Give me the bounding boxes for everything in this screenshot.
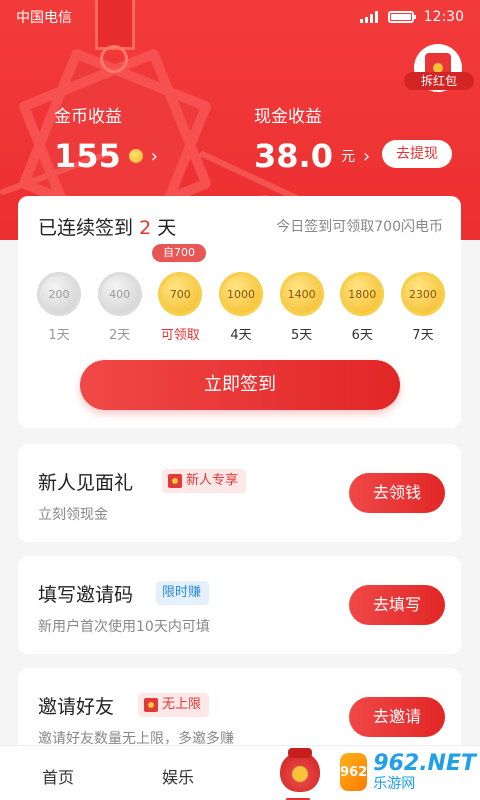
task-tag-label: 新人专享 — [186, 473, 239, 488]
gold-income[interactable]: 金币收益 155 › — [54, 102, 158, 175]
coin-icon: 1400 — [279, 272, 324, 316]
coin-day-4: 1000 4天 — [218, 272, 264, 343]
chevron-right-icon: › — [362, 145, 371, 167]
task-tag-label: 无上限 — [162, 697, 202, 712]
task-card-invite-code: 填写邀请码 限时赚 新用户首次使用10天内可填 去填写 — [18, 556, 461, 654]
clock: 12:30 — [423, 9, 464, 25]
signin-coins: 200 1天 400 2天 700 可领取 1000 4天 1400 5天 18… — [36, 272, 446, 343]
tab-home[interactable]: 首页 — [42, 764, 74, 788]
gold-income-label: 金币收益 — [54, 107, 122, 127]
coin-icon: 2300 — [400, 272, 445, 316]
watermark-logo-icon: 962 — [340, 753, 368, 791]
task-tag: 限时赚 — [156, 581, 210, 605]
watermark-text: 962.NET — [373, 751, 476, 776]
cash-unit: 元 — [340, 149, 355, 165]
coin-icon: 1000 — [218, 272, 263, 316]
coin-icon — [128, 149, 143, 163]
red-packet-label[interactable]: 拆红包 — [404, 72, 474, 90]
battery-icon — [387, 11, 416, 23]
coin-day-6: 1800 6天 — [339, 272, 385, 343]
coin-day-label: 6天 — [351, 328, 373, 343]
coin-day-5: 1400 5天 — [279, 272, 325, 343]
signin-hint: 今日签到可领取700闪电币 — [276, 219, 443, 235]
coin-day-1: 200 1天 — [36, 272, 82, 343]
watermark-subtext: 乐游网 — [373, 776, 416, 792]
signal-icon — [359, 11, 378, 23]
coin-day-2: 400 2天 — [97, 272, 143, 343]
coin-day-7: 2300 7天 — [400, 272, 446, 343]
signin-days: 2 — [139, 217, 152, 239]
gold-income-value: 155 — [54, 137, 121, 175]
coin-icon: 200 — [37, 272, 81, 316]
task-title: 邀请好友 — [38, 696, 115, 718]
signin-title-prefix: 已连续签到 — [38, 217, 134, 239]
claim-cash-button[interactable]: 去领钱 — [349, 473, 445, 513]
tab-entertainment[interactable]: 娱乐 — [162, 764, 194, 788]
today-reward-tag: 自700 — [152, 244, 206, 262]
money-bag-icon — [280, 748, 320, 792]
signin-card: 已连续签到 2 天 今日签到可领取700闪电币 自700 200 1天 400 … — [18, 196, 461, 428]
red-envelope-icon — [168, 474, 182, 488]
cash-income-value: 38.0 — [254, 137, 333, 175]
fill-code-button[interactable]: 去填写 — [349, 585, 445, 625]
medal-ring — [100, 45, 128, 73]
coin-day-label: 5天 — [290, 328, 313, 343]
cash-income-label: 现金收益 — [254, 107, 322, 127]
coin-icon[interactable]: 700 — [158, 272, 203, 316]
chevron-right-icon: › — [150, 145, 158, 167]
signin-button[interactable]: 立即签到 — [80, 360, 400, 410]
coin-day-label: 4天 — [230, 328, 252, 343]
invite-button[interactable]: 去邀请 — [349, 697, 445, 737]
coin-icon: 400 — [97, 272, 142, 316]
task-subtitle: 立刻领现金 — [38, 507, 108, 523]
task-tag: 新人专享 — [162, 469, 247, 493]
coin-day-label: 2天 — [109, 328, 131, 343]
signin-title-suffix: 天 — [157, 217, 177, 239]
task-title: 填写邀请码 — [38, 584, 134, 606]
cash-income[interactable]: 现金收益 38.0 元 › — [254, 102, 370, 175]
coin-day-label: 7天 — [412, 328, 434, 343]
red-envelope-icon — [144, 698, 158, 712]
coin-day-label: 1天 — [48, 328, 70, 343]
carrier-name: 中国电信 — [16, 10, 72, 26]
task-tag: 无上限 — [138, 693, 210, 717]
status-bar: 中国电信 12:30 — [0, 0, 480, 34]
task-tag-label: 限时赚 — [162, 585, 202, 600]
coin-day-label: 可领取 — [160, 328, 200, 343]
signin-title: 已连续签到 2 天 — [38, 213, 176, 240]
site-watermark: 962 962.NET 乐游网 — [340, 747, 476, 797]
task-card-newbie: 新人见面礼 新人专享 立刻领现金 去领钱 — [18, 444, 461, 542]
withdraw-button[interactable]: 去提现 — [382, 140, 452, 168]
coin-icon: 1800 — [340, 272, 385, 316]
task-subtitle: 新用户首次使用10天内可填 — [38, 619, 210, 635]
tab-rewards[interactable] — [279, 748, 321, 794]
coin-day-3[interactable]: 700 可领取 — [157, 272, 203, 343]
task-title: 新人见面礼 — [38, 472, 134, 494]
